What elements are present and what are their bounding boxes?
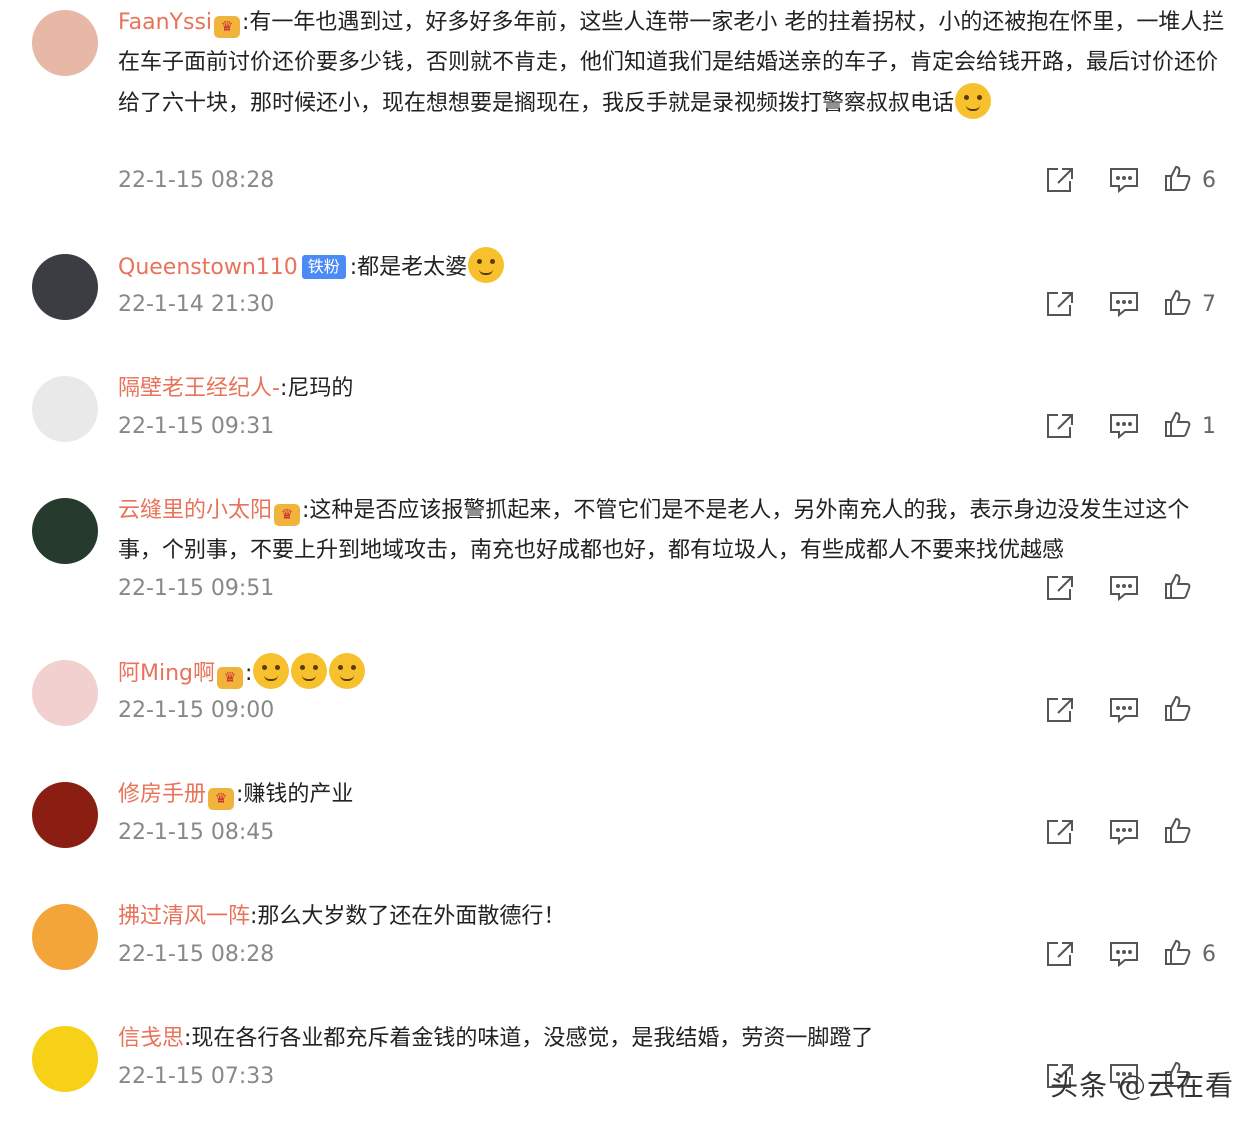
comment-text: Queenstown110 铁粉:都是老太婆 <box>118 247 1228 288</box>
timestamp: 22-1-15 09:31 <box>118 414 275 439</box>
avatar[interactable] <box>32 782 98 848</box>
avatar[interactable] <box>32 660 98 726</box>
share-icon[interactable] <box>1028 571 1092 605</box>
reply-icon[interactable] <box>1092 815 1156 849</box>
avatar[interactable] <box>32 904 98 970</box>
share-icon[interactable] <box>1028 163 1092 197</box>
username-link[interactable]: 云缝里的小太阳 <box>118 498 272 523</box>
like-button[interactable] <box>1156 571 1228 605</box>
thumbs-up-icon <box>1164 938 1192 970</box>
vip-badge-icon: ♛ <box>217 667 244 689</box>
timestamp: 22-1-14 21:30 <box>118 292 275 317</box>
avatar[interactable] <box>32 376 98 442</box>
vip-badge-icon: ♛ <box>274 504 301 526</box>
reply-icon[interactable] <box>1092 693 1156 727</box>
avatar[interactable] <box>32 10 98 76</box>
watermark: 头条 @云在看 <box>1050 1069 1234 1102</box>
comment-text: 阿Ming啊 ♛: <box>118 653 1228 694</box>
like-count: 6 <box>1202 167 1216 193</box>
vip-badge-icon: ♛ <box>214 16 241 38</box>
like-button[interactable]: 6 <box>1156 937 1228 971</box>
avatar[interactable] <box>32 254 98 320</box>
username-link[interactable]: 拂过清风一阵 <box>118 904 250 929</box>
emoji-icon <box>955 83 992 119</box>
like-count: 7 <box>1202 291 1216 317</box>
comment-content: :尼玛的 <box>279 376 354 401</box>
like-button[interactable]: 1 <box>1156 409 1228 443</box>
reply-icon[interactable] <box>1092 409 1156 443</box>
comment-text: 隔壁老王经纪人-:尼玛的 <box>118 369 1228 409</box>
comment-content: : <box>245 661 253 686</box>
thumbs-up-icon <box>1164 410 1192 442</box>
username-link[interactable]: Queenstown110 <box>118 255 298 280</box>
thumbs-up-icon <box>1164 164 1192 196</box>
share-icon[interactable] <box>1028 287 1092 321</box>
comment-content: :现在各行各业都充斥着金钱的味道，没感觉，是我结婚，劳资一脚蹬了 <box>184 1026 874 1051</box>
comment-content: :都是老太婆 <box>349 255 468 280</box>
share-icon[interactable] <box>1028 693 1092 727</box>
comment-text: 信戋思:现在各行各业都充斥着金钱的味道，没感觉，是我结婚，劳资一脚蹬了 <box>118 1019 1228 1059</box>
username-link[interactable]: FaanYssi <box>118 10 212 35</box>
thumbs-up-icon <box>1164 572 1192 604</box>
thumbs-up-icon <box>1164 816 1192 848</box>
username-link[interactable]: 信戋思 <box>118 1026 184 1051</box>
like-button[interactable]: 6 <box>1156 163 1228 197</box>
timestamp: 22-1-15 08:28 <box>118 942 275 967</box>
username-link[interactable]: 修房手册 <box>118 782 206 807</box>
reply-icon[interactable] <box>1092 287 1156 321</box>
comment-text: 拂过清风一阵:那么大岁数了还在外面散德行！ <box>118 897 1228 937</box>
vip-badge-icon: ♛ <box>208 788 235 810</box>
emoji-icon <box>291 653 328 689</box>
timestamp: 22-1-15 09:00 <box>118 698 275 723</box>
like-button[interactable] <box>1156 815 1228 849</box>
like-button[interactable] <box>1156 693 1228 727</box>
like-button[interactable]: 7 <box>1156 287 1228 321</box>
reply-icon[interactable] <box>1092 163 1156 197</box>
thumbs-up-icon <box>1164 288 1192 320</box>
comment-content: :有一年也遇到过，好多好多年前，这些人连带一家老小 老的拄着拐杖，小的还被抱在怀… <box>118 10 1225 116</box>
timestamp: 22-1-15 09:51 <box>118 576 275 601</box>
avatar[interactable] <box>32 498 98 564</box>
timestamp: 22-1-15 07:33 <box>118 1064 275 1089</box>
thumbs-up-icon <box>1164 694 1192 726</box>
comment-text: 修房手册 ♛:赚钱的产业 <box>118 775 1228 815</box>
comment-text: FaanYssi ♛:有一年也遇到过，好多好多年前，这些人连带一家老小 老的拄着拐… <box>118 3 1228 124</box>
emoji-icon <box>253 653 290 689</box>
timestamp: 22-1-15 08:45 <box>118 820 275 845</box>
reply-icon[interactable] <box>1092 571 1156 605</box>
like-count: 6 <box>1202 941 1216 967</box>
username-link[interactable]: 隔壁老王经纪人- <box>118 376 280 401</box>
like-count: 1 <box>1202 413 1216 439</box>
comment-content: :那么大岁数了还在外面散德行！ <box>250 904 566 929</box>
share-icon[interactable] <box>1028 409 1092 443</box>
fan-badge: 铁粉 <box>301 255 346 279</box>
username-link[interactable]: 阿Ming啊 <box>118 661 215 686</box>
emoji-icon <box>329 653 366 689</box>
comment-content: :赚钱的产业 <box>236 782 354 807</box>
comment-text: 云缝里的小太阳 ♛:这种是否应该报警抓起来，不管它们是不是老人，另外南充人的我，表… <box>118 491 1228 571</box>
share-icon[interactable] <box>1028 815 1092 849</box>
share-icon[interactable] <box>1028 937 1092 971</box>
reply-icon[interactable] <box>1092 937 1156 971</box>
timestamp: 22-1-15 08:28 <box>118 168 275 193</box>
emoji-icon <box>468 247 505 283</box>
avatar[interactable] <box>32 1026 98 1092</box>
